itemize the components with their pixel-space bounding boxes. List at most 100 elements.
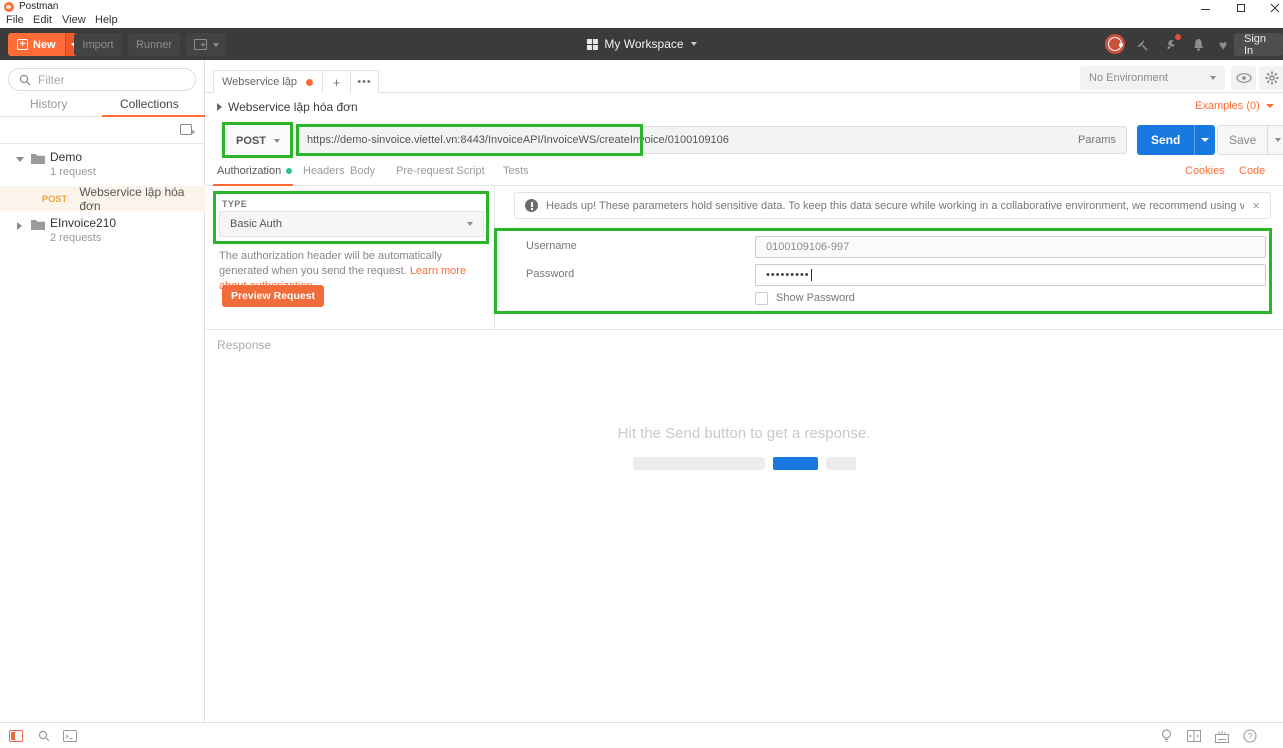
open-new-window-button[interactable] xyxy=(186,33,226,56)
save-button-group: Save xyxy=(1217,125,1283,155)
environment-selector[interactable]: No Environment xyxy=(1080,66,1225,90)
code-link[interactable]: Code xyxy=(1239,165,1265,177)
caret-down-icon[interactable] xyxy=(16,157,24,162)
new-tab-button[interactable]: + xyxy=(323,70,351,93)
tab-options-button[interactable]: ••• xyxy=(351,70,379,93)
tab-authorization[interactable]: Authorization xyxy=(217,165,292,177)
menu-view[interactable]: View xyxy=(62,14,86,26)
satellite-icon[interactable] xyxy=(1133,36,1151,54)
restore-button[interactable] xyxy=(1232,3,1250,13)
password-input[interactable]: ••••••••• xyxy=(755,264,1266,286)
save-button[interactable]: Save xyxy=(1218,126,1267,154)
show-password-checkbox[interactable] xyxy=(755,292,768,305)
window-panel-icon xyxy=(194,39,207,50)
heart-icon[interactable]: ♥ xyxy=(1214,36,1232,54)
caret-down-icon xyxy=(467,222,473,226)
console-icon[interactable] xyxy=(62,728,78,744)
request-item-label: Webservice lập hóa đơn xyxy=(79,185,205,213)
show-password-label[interactable]: Show Password xyxy=(776,292,855,304)
tab-tests[interactable]: Tests xyxy=(503,165,529,177)
runner-button[interactable]: Runner xyxy=(128,33,180,56)
svg-text:?: ? xyxy=(1248,732,1253,741)
sidebar: History Collections Demo 1 request POST … xyxy=(0,60,205,722)
examples-label: Examples (0) xyxy=(1195,100,1260,112)
send-button[interactable]: Send xyxy=(1137,125,1194,155)
sidebar-request-item[interactable]: POST Webservice lập hóa đơn xyxy=(0,186,205,211)
response-placeholder-text: Hit the Send button to get a response. xyxy=(205,425,1283,442)
request-name[interactable]: Webservice lập hóa đơn xyxy=(217,100,358,114)
method-dropdown[interactable]: POST xyxy=(228,128,288,153)
authorization-fields-pane: Heads up! These parameters hold sensitiv… xyxy=(495,186,1283,329)
folder-icon xyxy=(31,153,45,167)
method-badge: POST xyxy=(42,194,67,204)
caret-down-icon xyxy=(274,139,280,143)
keyboard-shortcuts-icon[interactable] xyxy=(1214,728,1230,744)
notification-dot xyxy=(1175,34,1181,40)
import-button[interactable]: Import xyxy=(74,33,122,56)
caret-down-icon xyxy=(1275,138,1281,142)
password-value: ••••••••• xyxy=(766,269,810,281)
send-dropdown-caret[interactable] xyxy=(1194,125,1215,155)
sync-status-icon[interactable] xyxy=(1105,34,1125,54)
sidebar-toggle-icon[interactable] xyxy=(8,728,24,744)
collection-demo[interactable]: Demo 1 request xyxy=(0,148,205,184)
workspace-label: My Workspace xyxy=(604,37,683,51)
help-icon[interactable]: ? xyxy=(1242,728,1258,744)
banner-text: Heads up! These parameters hold sensitiv… xyxy=(546,200,1244,212)
sidebar-tabs: History Collections xyxy=(0,94,205,117)
menu-edit[interactable]: Edit xyxy=(33,14,52,26)
environment-label: No Environment xyxy=(1089,72,1168,84)
text-cursor xyxy=(811,269,812,281)
collection-einvoice210[interactable]: EInvoice210 2 requests xyxy=(0,214,205,250)
folder-icon xyxy=(31,219,45,233)
menu-file[interactable]: File xyxy=(6,14,24,26)
cookies-link[interactable]: Cookies xyxy=(1185,165,1225,177)
settings-button[interactable] xyxy=(1259,66,1283,90)
send-button-group: Send xyxy=(1137,125,1215,155)
new-button[interactable]: + New xyxy=(8,33,83,56)
request-tab[interactable]: Webservice lập hóa đ& xyxy=(213,70,323,93)
wrench-icon[interactable] xyxy=(1161,36,1179,54)
tab-history[interactable]: History xyxy=(30,97,67,111)
illustration-send-button xyxy=(773,457,818,470)
auth-type-value: Basic Auth xyxy=(230,218,282,230)
filter-input[interactable] xyxy=(38,73,168,87)
close-button[interactable] xyxy=(1266,3,1283,13)
username-input[interactable]: 0100109106-997 xyxy=(755,236,1266,258)
auth-type-dropdown[interactable]: Basic Auth xyxy=(219,211,484,237)
response-label: Response xyxy=(217,338,271,352)
menu-help[interactable]: Help xyxy=(95,14,118,26)
sign-in-label: Sign In xyxy=(1244,33,1273,57)
new-collection-icon[interactable] xyxy=(180,123,195,140)
examples-dropdown[interactable]: Examples (0) xyxy=(1195,100,1274,112)
banner-close-button[interactable]: × xyxy=(1252,198,1260,213)
sidebar-actions-row xyxy=(0,117,205,144)
tab-pre-request-script[interactable]: Pre-request Script xyxy=(396,165,485,177)
workspace-switcher[interactable]: My Workspace xyxy=(586,28,696,60)
tab-body[interactable]: Body xyxy=(350,165,375,177)
environment-quick-look-button[interactable] xyxy=(1231,66,1256,90)
save-dropdown-caret[interactable] xyxy=(1267,126,1283,154)
caret-right-icon[interactable] xyxy=(17,222,22,230)
plus-icon: + xyxy=(333,75,341,90)
request-name-label: Webservice lập hóa đơn xyxy=(228,100,358,114)
tab-headers[interactable]: Headers xyxy=(303,165,345,177)
preview-request-button[interactable]: Preview Request xyxy=(222,285,324,307)
username-value: 0100109106-997 xyxy=(766,241,849,253)
params-button[interactable]: Params xyxy=(1068,134,1126,146)
sign-in-button[interactable]: Sign In xyxy=(1234,33,1283,56)
url-input[interactable]: https://demo-sinvoice.viettel.vn:8443/In… xyxy=(297,134,1068,146)
filter-search[interactable] xyxy=(8,68,196,91)
search-icon[interactable] xyxy=(36,728,52,744)
tab-collections[interactable]: Collections xyxy=(120,97,179,111)
two-pane-layout-icon[interactable] xyxy=(1186,728,1202,744)
minimize-button[interactable] xyxy=(1196,3,1214,13)
bell-icon[interactable] xyxy=(1189,36,1207,54)
lightbulb-icon[interactable] xyxy=(1158,728,1174,744)
caret-down-icon xyxy=(213,43,219,47)
request-name-row: Webservice lập hóa đơn Examples (0) xyxy=(205,93,1283,121)
request-tab-title: Webservice lập hóa đ& xyxy=(222,76,300,88)
caret-down-icon xyxy=(1201,138,1209,142)
app-title: Postman xyxy=(19,1,58,12)
auth-help-body: The authorization header will be automat… xyxy=(219,250,442,277)
